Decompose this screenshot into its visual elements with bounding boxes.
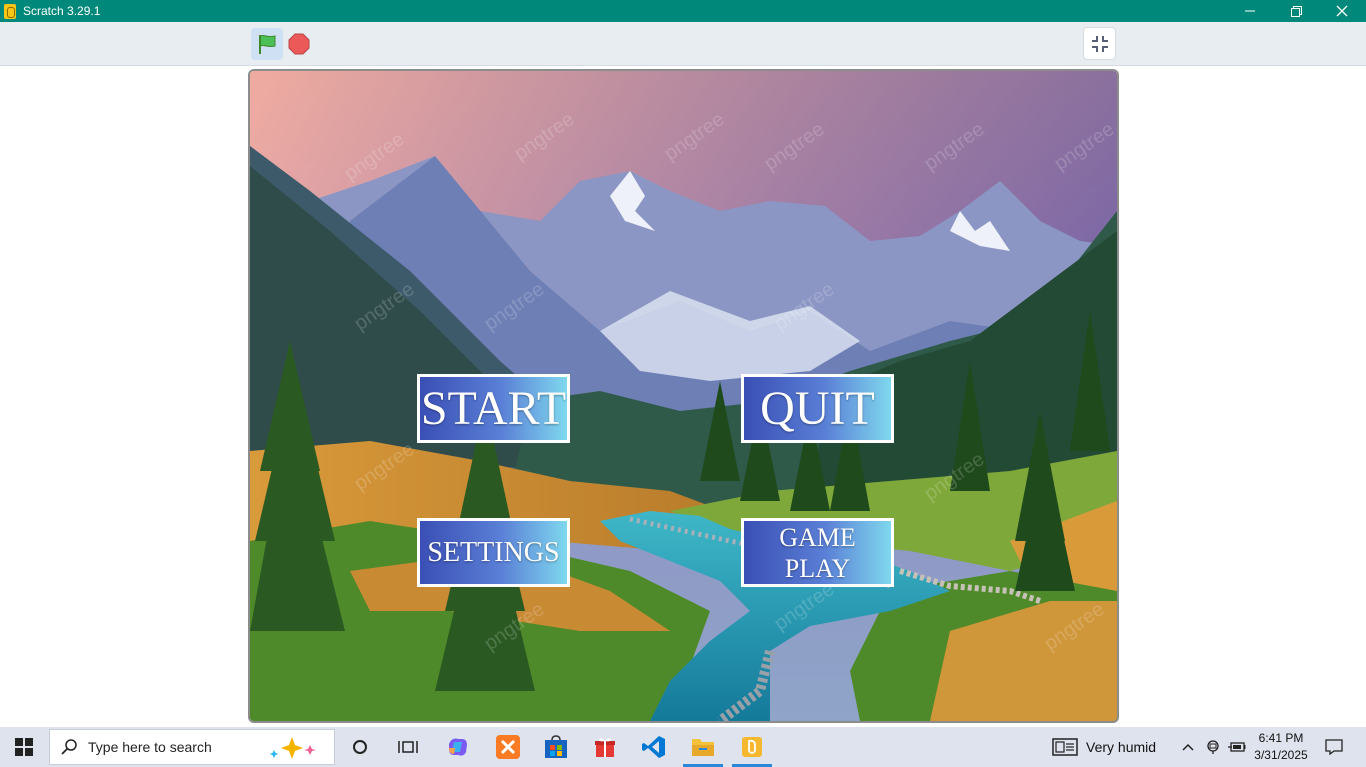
copilot-icon [449, 738, 467, 756]
task-view-button-2[interactable] [384, 727, 432, 767]
green-flag-icon [259, 34, 276, 54]
vscode-button[interactable] [630, 727, 678, 767]
stop-icon [288, 33, 310, 55]
sparkle-icon [269, 737, 316, 759]
gameplay-button-label-line1: GAME [779, 522, 856, 552]
show-hidden-icons-button[interactable] [1176, 727, 1200, 767]
quit-button-label: QUIT [760, 382, 875, 435]
stop-button[interactable] [286, 31, 312, 57]
battery-plugged-icon [1228, 742, 1246, 752]
gameplay-button[interactable]: GAME PLAY [741, 518, 894, 587]
scratch-taskbar-button[interactable] [728, 727, 776, 767]
player-toolbar [0, 22, 1366, 66]
minimize-button[interactable] [1227, 0, 1273, 22]
vscode-icon [642, 736, 665, 758]
settings-button-label: SETTINGS [427, 536, 560, 568]
clock-time: 6:41 PM [1258, 731, 1304, 745]
exit-fullscreen-button[interactable] [1083, 27, 1116, 60]
quit-button[interactable]: QUIT [741, 374, 894, 443]
clock-date: 3/31/2025 [1254, 748, 1308, 762]
task-view-icon [398, 741, 418, 753]
landscape-backdrop: pngtree pngtree pngtree pngtree pngtree … [250, 71, 1117, 721]
restore-button[interactable] [1273, 0, 1319, 22]
meet-now-icon [1207, 740, 1219, 754]
copilot-button[interactable] [434, 727, 482, 767]
weather-widget[interactable]: Very humid [1052, 727, 1156, 767]
gameplay-button-label-line2: PLAY [784, 553, 851, 583]
file-explorer-button[interactable] [679, 727, 727, 767]
xampp-button[interactable] [484, 727, 532, 767]
close-button[interactable] [1319, 0, 1365, 22]
xampp-icon [496, 735, 520, 759]
taskbar-clock[interactable]: 6:41 PM 3/31/2025 [1249, 730, 1313, 764]
start-button-label: START [420, 382, 567, 435]
window-title: Scratch 3.29.1 [23, 4, 101, 18]
battery-button[interactable] [1225, 727, 1249, 767]
gift-button[interactable] [581, 727, 629, 767]
close-icon [1336, 5, 1348, 17]
weather-text: Very humid [1086, 739, 1157, 755]
store-button[interactable] [532, 727, 580, 767]
title-bar: Scratch 3.29.1 [0, 0, 1366, 22]
taskbar-search-box[interactable]: Type here to search [49, 729, 335, 765]
restore-icon [1290, 5, 1302, 17]
search-icon [61, 739, 77, 755]
task-view-button[interactable] [336, 727, 384, 767]
minimize-icon [1245, 10, 1255, 12]
notification-icon [1325, 739, 1343, 755]
start-button[interactable]: START [417, 374, 570, 443]
search-placeholder: Type here to search [88, 739, 212, 755]
windows-icon [15, 738, 33, 756]
taskbar: Type here to search Very humid 6:41 PM 3… [0, 727, 1366, 767]
gift-icon [595, 738, 615, 757]
settings-button[interactable]: SETTINGS [417, 518, 570, 587]
scratch-app-icon [4, 3, 16, 19]
start-menu-button[interactable] [0, 727, 48, 767]
weather-icon [1052, 738, 1078, 756]
file-explorer-icon [692, 739, 714, 756]
meet-now-button[interactable] [1201, 727, 1225, 767]
scratch-icon [742, 737, 762, 757]
cortana-icon [353, 740, 367, 754]
green-flag-button[interactable] [251, 28, 283, 60]
chevron-up-icon [1182, 743, 1194, 751]
stage[interactable]: pngtree pngtree pngtree pngtree pngtree … [248, 69, 1119, 723]
notifications-button[interactable] [1316, 727, 1352, 767]
unfullscreen-icon [1091, 35, 1108, 52]
store-icon [545, 735, 567, 758]
